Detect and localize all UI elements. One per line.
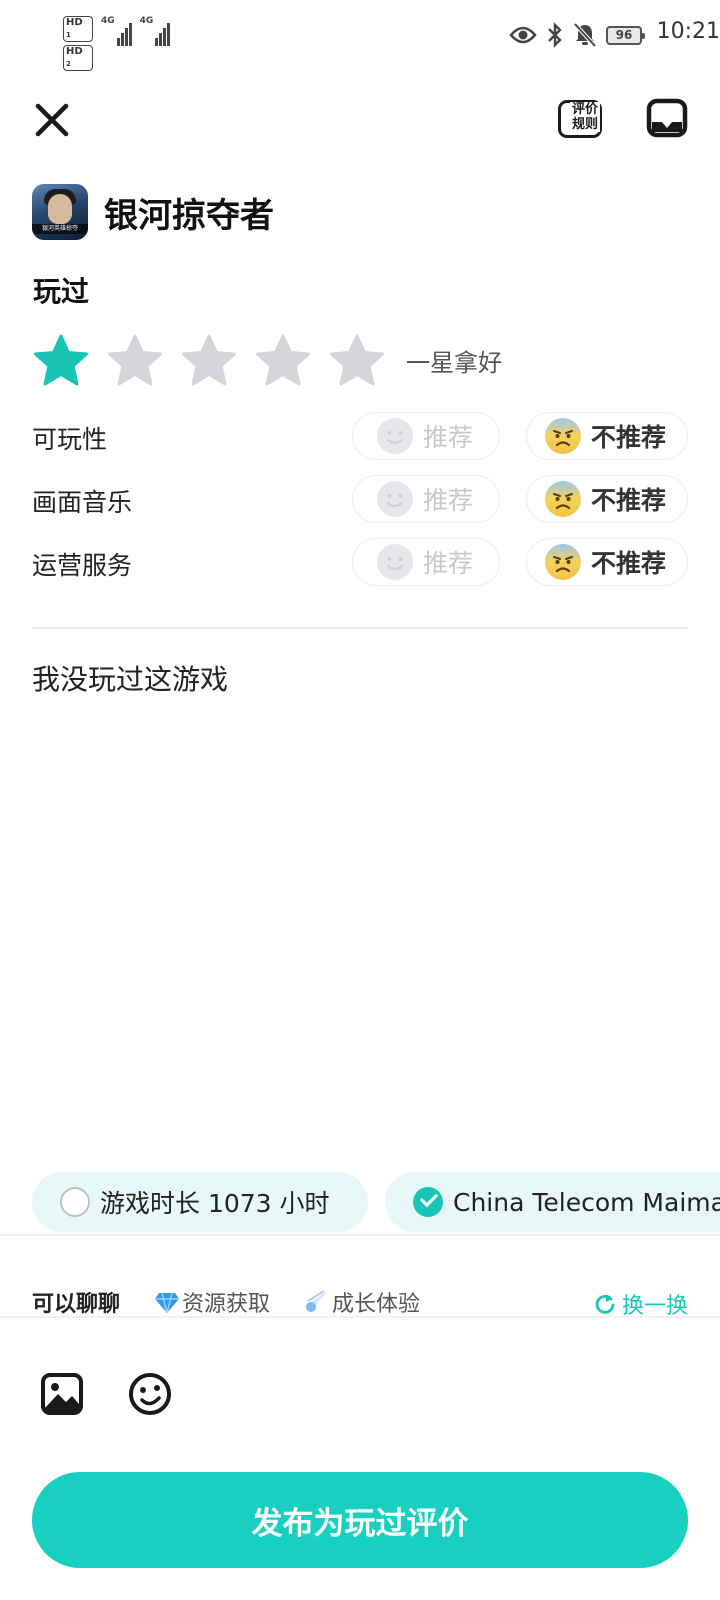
frown-icon bbox=[545, 544, 581, 580]
sim2-indicator: HD 2 bbox=[63, 45, 93, 71]
rules-button[interactable]: 评价规则 bbox=[558, 98, 604, 142]
divider bbox=[0, 1316, 720, 1318]
refresh-icon bbox=[595, 1294, 615, 1314]
divider bbox=[0, 1234, 720, 1236]
signal-icon: 4G bbox=[140, 16, 171, 46]
smile-icon bbox=[377, 481, 413, 517]
not-recommend-button[interactable]: 不推荐 bbox=[526, 412, 688, 460]
status-time: 10:21 bbox=[656, 19, 720, 44]
bell-off-icon bbox=[573, 22, 597, 48]
aspect-label: 运营服务 bbox=[32, 551, 133, 580]
review-text-input[interactable]: 我没玩过这游戏 bbox=[32, 658, 228, 698]
recommend-button[interactable]: 推荐 bbox=[352, 475, 500, 523]
top-bar: 评价规则 bbox=[0, 90, 720, 150]
divider bbox=[32, 627, 688, 629]
status-left: HD 1 HD 2 4G 4G bbox=[63, 16, 171, 71]
diamond-icon bbox=[155, 1292, 180, 1314]
radio-unchecked-icon bbox=[60, 1187, 90, 1217]
star-2-icon[interactable] bbox=[106, 333, 164, 387]
frown-icon bbox=[545, 418, 581, 454]
aspect-row-graphics-music: 画面音乐 推荐 不推荐 bbox=[32, 475, 688, 525]
image-icon[interactable] bbox=[40, 1372, 84, 1416]
app-header[interactable]: 银河英雄掠夺 银河掠夺者 bbox=[32, 184, 274, 240]
battery-indicator: 96 bbox=[606, 25, 645, 45]
smile-icon bbox=[377, 418, 413, 454]
not-recommend-button[interactable]: 不推荐 bbox=[526, 475, 688, 523]
recommend-button[interactable]: 推荐 bbox=[352, 412, 500, 460]
app-icon: 银河英雄掠夺 bbox=[32, 184, 88, 240]
star-3-icon[interactable] bbox=[180, 333, 238, 387]
not-recommend-button[interactable]: 不推荐 bbox=[526, 538, 688, 586]
publish-button[interactable]: 发布为玩过评价 bbox=[32, 1472, 688, 1568]
emoji-icon[interactable] bbox=[128, 1372, 172, 1416]
topic-label: 可以聊聊 bbox=[32, 1292, 121, 1317]
rules-label: 评价规则 bbox=[570, 102, 600, 132]
aspect-row-operations: 运营服务 推荐 不推荐 bbox=[32, 538, 688, 588]
status-right: 96 10:21 bbox=[509, 19, 720, 48]
aspect-label: 画面音乐 bbox=[32, 488, 133, 517]
status-bar: HD 1 HD 2 4G 4G 96 10:21 bbox=[0, 0, 720, 74]
aspect-label: 可玩性 bbox=[32, 425, 108, 454]
star-4-icon[interactable] bbox=[254, 333, 312, 387]
tag-chips: 游戏时长 1073 小时 China Telecom Maimang bbox=[32, 1172, 720, 1234]
close-icon[interactable] bbox=[30, 98, 74, 142]
sim1-indicator: HD 1 bbox=[63, 16, 93, 42]
star-rating: 一星拿好 bbox=[32, 332, 502, 388]
app-title: 银河掠夺者 bbox=[104, 195, 274, 236]
check-circle-icon bbox=[413, 1187, 443, 1217]
star-5-icon[interactable] bbox=[328, 333, 386, 387]
rating-description: 一星拿好 bbox=[406, 348, 502, 377]
recommend-button[interactable]: 推荐 bbox=[352, 538, 500, 586]
comet-icon bbox=[306, 1290, 329, 1312]
play-status-title: 玩过 bbox=[33, 275, 90, 308]
topic-resource[interactable]: 资源获取 bbox=[154, 1286, 270, 1318]
signal-icon: 4G bbox=[101, 16, 132, 46]
frown-icon bbox=[545, 481, 581, 517]
playtime-tag[interactable]: 游戏时长 1073 小时 bbox=[32, 1172, 368, 1232]
aspect-row-playability: 可玩性 推荐 不推荐 bbox=[32, 412, 688, 462]
smile-icon bbox=[377, 544, 413, 580]
chat-icon[interactable] bbox=[646, 98, 688, 140]
star-1-icon[interactable] bbox=[32, 333, 90, 387]
device-tag[interactable]: China Telecom Maimang bbox=[385, 1172, 720, 1232]
bluetooth-icon bbox=[548, 22, 562, 48]
eye-icon bbox=[509, 26, 537, 44]
topic-growth[interactable]: 成长体验 bbox=[304, 1286, 420, 1318]
compose-toolbar bbox=[40, 1372, 216, 1416]
